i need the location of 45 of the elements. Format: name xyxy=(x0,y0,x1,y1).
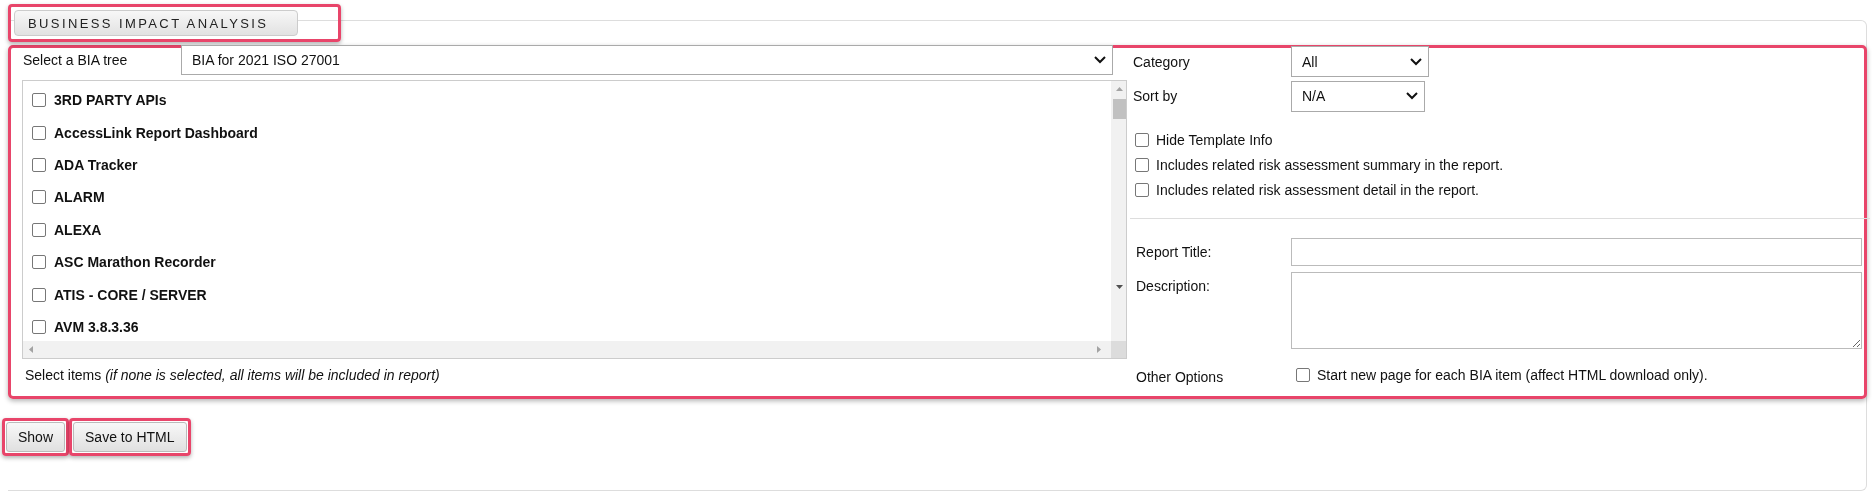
item-label[interactable]: ALARM xyxy=(54,189,105,206)
checkbox[interactable] xyxy=(1135,133,1149,147)
horizontal-scrollbar[interactable] xyxy=(23,341,1111,358)
option-label[interactable]: Includes related risk assessment detail in the report. xyxy=(1156,182,1479,198)
sort-label: Sort by xyxy=(1133,88,1179,104)
sort-select[interactable]: N/A xyxy=(1291,80,1425,112)
checkbox[interactable] xyxy=(32,125,46,140)
chevron-down-icon xyxy=(1406,92,1418,100)
checkbox[interactable] xyxy=(1135,158,1149,172)
category-label: Category xyxy=(1133,53,1191,70)
item-label[interactable]: ASC Marathon Recorder xyxy=(54,254,216,271)
report-title-label: Report Title: xyxy=(1136,243,1213,260)
option-label[interactable]: Hide Template Info xyxy=(1156,132,1273,148)
tree-label: Select a BIA tree xyxy=(22,52,129,68)
item-label[interactable]: 3RD PARTY APIs xyxy=(54,92,167,109)
description-label: Description: xyxy=(1136,278,1211,294)
description-field[interactable] xyxy=(1291,272,1862,349)
item-label[interactable]: ATIS - CORE / SERVER xyxy=(54,286,207,303)
checkbox[interactable] xyxy=(1135,183,1149,197)
report-title-field[interactable] xyxy=(1291,237,1862,266)
item-label[interactable]: AVM 3.8.3.36 xyxy=(54,318,139,335)
item-label[interactable]: ADA Tracker xyxy=(54,156,138,173)
checkbox[interactable] xyxy=(32,93,46,108)
checkbox[interactable] xyxy=(32,157,46,172)
section-tab[interactable]: BUSINESS IMPACT ANALYSIS xyxy=(14,10,298,36)
checkbox[interactable] xyxy=(1296,368,1310,382)
vertical-scrollbar[interactable] xyxy=(1111,81,1126,341)
action-button[interactable]: Show xyxy=(6,422,66,452)
chevron-down-icon xyxy=(1094,56,1106,64)
category-select[interactable]: All xyxy=(1291,46,1429,77)
chevron-down-icon xyxy=(1410,57,1422,66)
checkbox[interactable] xyxy=(32,190,46,205)
items-hint: Select items (if none is selected, all items will be included in report) xyxy=(25,367,441,383)
checkbox[interactable] xyxy=(32,255,46,270)
option-label[interactable]: Includes related risk assessment summary in the report. xyxy=(1156,157,1504,173)
checkbox[interactable] xyxy=(32,319,46,334)
item-label[interactable]: ALEXA xyxy=(54,221,102,238)
checkbox[interactable] xyxy=(32,222,46,237)
scrollbar-corner xyxy=(1111,341,1126,358)
tree-select[interactable]: BIA for 2021 ISO 27001 xyxy=(181,45,1113,75)
other-options-label: Other Options xyxy=(1136,369,1225,385)
action-button[interactable]: Save to HTML xyxy=(73,422,187,452)
option-label[interactable]: Start new page for each BIA item (affect HTML download only). xyxy=(1317,367,1708,383)
checkbox[interactable] xyxy=(32,287,46,302)
item-label[interactable]: AccessLink Report Dashboard xyxy=(54,124,258,141)
